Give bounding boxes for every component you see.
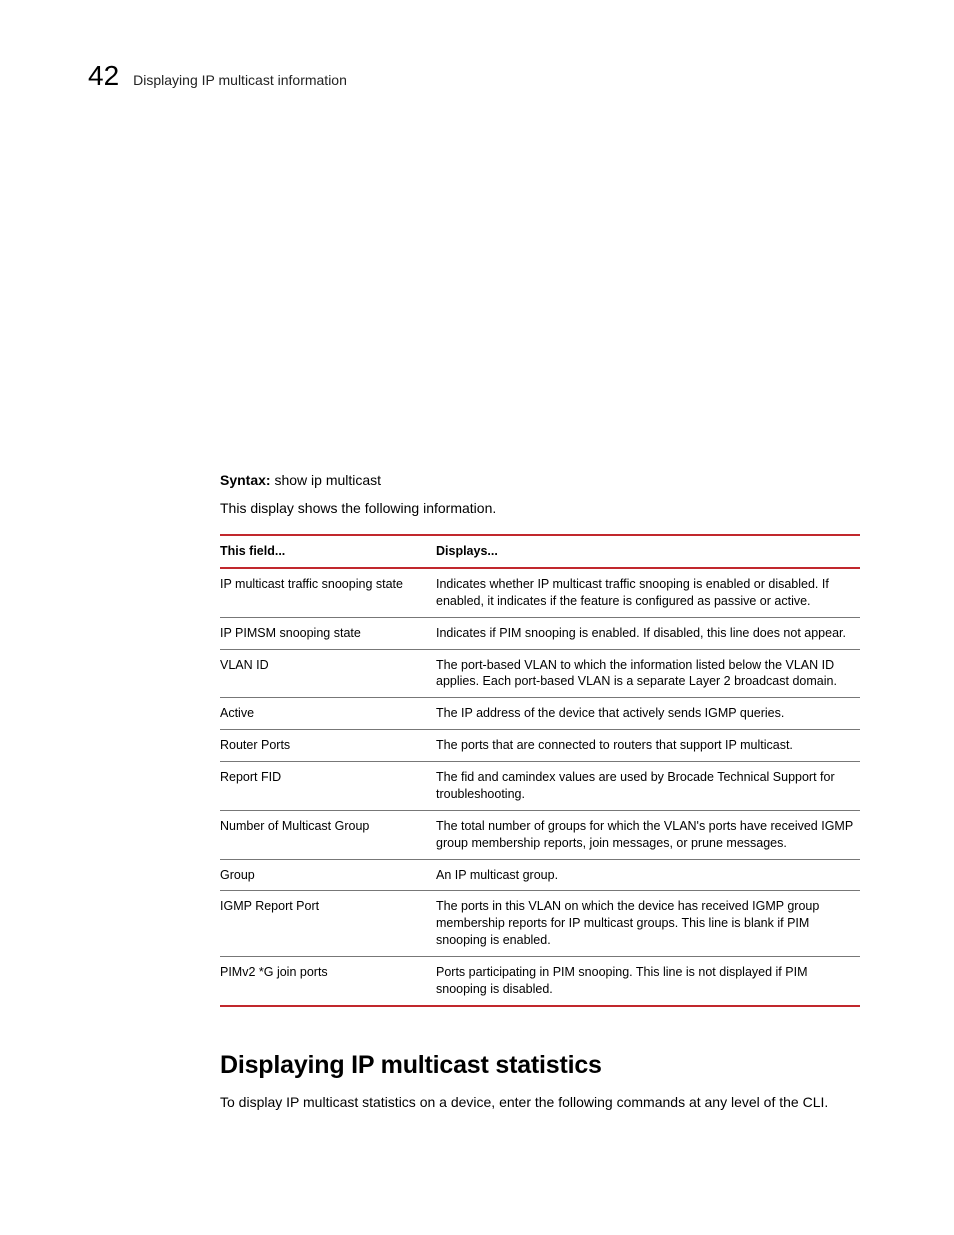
cell-desc: Ports participating in PIM snooping. Thi…	[436, 957, 860, 1006]
syntax-line: Syntax: show ip multicast	[220, 472, 860, 488]
table-row: IGMP Report PortThe ports in this VLAN o…	[220, 891, 860, 957]
table-row: ActiveThe IP address of the device that …	[220, 698, 860, 730]
cell-field: IP multicast traffic snooping state	[220, 568, 436, 617]
cell-field: PIMv2 *G join ports	[220, 957, 436, 1006]
section-heading: Displaying IP multicast statistics	[220, 1051, 860, 1080]
cell-field: Active	[220, 698, 436, 730]
table-row: IP PIMSM snooping stateIndicates if PIM …	[220, 617, 860, 649]
page-header: 42 Displaying IP multicast information	[88, 60, 866, 92]
table-head-field: This field...	[220, 535, 436, 568]
cell-desc: Indicates whether IP multicast traffic s…	[436, 568, 860, 617]
table-row: GroupAn IP multicast group.	[220, 859, 860, 891]
cell-desc: The IP address of the device that active…	[436, 698, 860, 730]
cell-field: IGMP Report Port	[220, 891, 436, 957]
table-row: Report FIDThe fid and camindex values ar…	[220, 762, 860, 811]
table-row: PIMv2 *G join portsPorts participating i…	[220, 957, 860, 1006]
cell-desc: The port-based VLAN to which the informa…	[436, 649, 860, 698]
table-row: VLAN IDThe port-based VLAN to which the …	[220, 649, 860, 698]
syntax-command: show ip multicast	[274, 472, 381, 488]
cell-desc: The ports in this VLAN on which the devi…	[436, 891, 860, 957]
cell-field: VLAN ID	[220, 649, 436, 698]
cell-desc: An IP multicast group.	[436, 859, 860, 891]
table-head-displays: Displays...	[436, 535, 860, 568]
field-table: This field... Displays... IP multicast t…	[220, 534, 860, 1007]
syntax-label: Syntax:	[220, 472, 271, 488]
section-body: To display IP multicast statistics on a …	[220, 1094, 860, 1110]
cell-field: Report FID	[220, 762, 436, 811]
intro-text: This display shows the following informa…	[220, 500, 860, 516]
cell-field: Group	[220, 859, 436, 891]
cell-field: IP PIMSM snooping state	[220, 617, 436, 649]
cell-desc: The fid and camindex values are used by …	[436, 762, 860, 811]
cell-field: Router Ports	[220, 730, 436, 762]
cell-desc: The total number of groups for which the…	[436, 810, 860, 859]
page-number: 42	[88, 60, 119, 92]
cell-desc: The ports that are connected to routers …	[436, 730, 860, 762]
header-title: Displaying IP multicast information	[133, 72, 347, 88]
cell-field: Number of Multicast Group	[220, 810, 436, 859]
table-row: Router PortsThe ports that are connected…	[220, 730, 860, 762]
table-row: Number of Multicast GroupThe total numbe…	[220, 810, 860, 859]
cell-desc: Indicates if PIM snooping is enabled. If…	[436, 617, 860, 649]
table-row: IP multicast traffic snooping stateIndic…	[220, 568, 860, 617]
